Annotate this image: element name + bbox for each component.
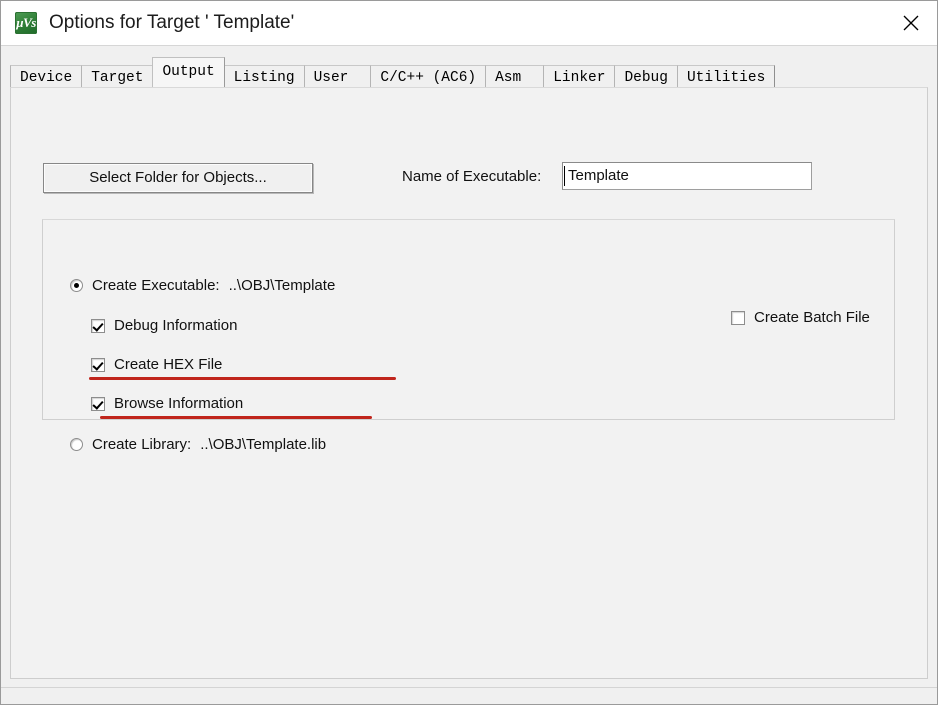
title-bar: µVs Options for Target ' Template' [1,1,937,45]
name-of-executable-label: Name of Executable: [402,168,542,185]
output-tab-page: Select Folder for Objects... Name of Exe… [10,87,928,679]
text-caret [564,166,565,186]
create-hex-file-label: Create HEX File [114,356,223,373]
options-dialog: µVs Options for Target ' Template' Devic… [0,0,938,705]
create-batch-file-checkbox[interactable]: Create Batch File [731,309,870,326]
footer-divider [1,687,937,688]
create-batch-file-label: Create Batch File [754,309,870,326]
create-library-label: Create Library: [92,436,192,453]
uvision-logo-icon: µVs [15,12,37,34]
select-folder-for-objects-button[interactable]: Select Folder for Objects... [43,163,313,193]
checkmark-icon [91,318,105,333]
output-options-groupbox: Create Executable: ..\OBJ\Template Debug… [42,219,895,453]
browse-information-label: Browse Information [114,395,244,412]
create-library-path: ..\OBJ\Template.lib [200,436,327,453]
create-executable-radio[interactable]: Create Executable: ..\OBJ\Template [70,277,335,294]
close-icon[interactable] [883,1,937,45]
debug-information-checkbox[interactable]: Debug Information [91,317,237,334]
annotation-underline-browse-information [100,416,372,419]
radio-indicator-icon [70,279,83,292]
create-executable-label: Create Executable: [92,277,220,294]
annotation-underline-create-hex-file [89,377,396,380]
debug-information-label: Debug Information [114,317,238,334]
tab-output[interactable]: Output [152,57,225,87]
tab-strip: Device Target Output Listing User C/C++ … [10,57,776,90]
create-executable-path: ..\OBJ\Template [228,277,336,294]
radio-indicator-icon [70,438,83,451]
name-of-executable-input[interactable]: Template [562,162,812,190]
checkbox-empty-icon [731,310,745,325]
browse-information-checkbox[interactable]: Browse Information [91,395,243,412]
create-hex-file-checkbox[interactable]: Create HEX File [91,356,222,373]
dialog-body: Device Target Output Listing User C/C++ … [1,45,937,704]
checkmark-icon [91,396,105,411]
page-title: Options for Target ' Template' [49,12,295,33]
checkmark-icon [91,357,105,372]
create-library-radio[interactable]: Create Library: ..\OBJ\Template.lib [70,436,326,453]
